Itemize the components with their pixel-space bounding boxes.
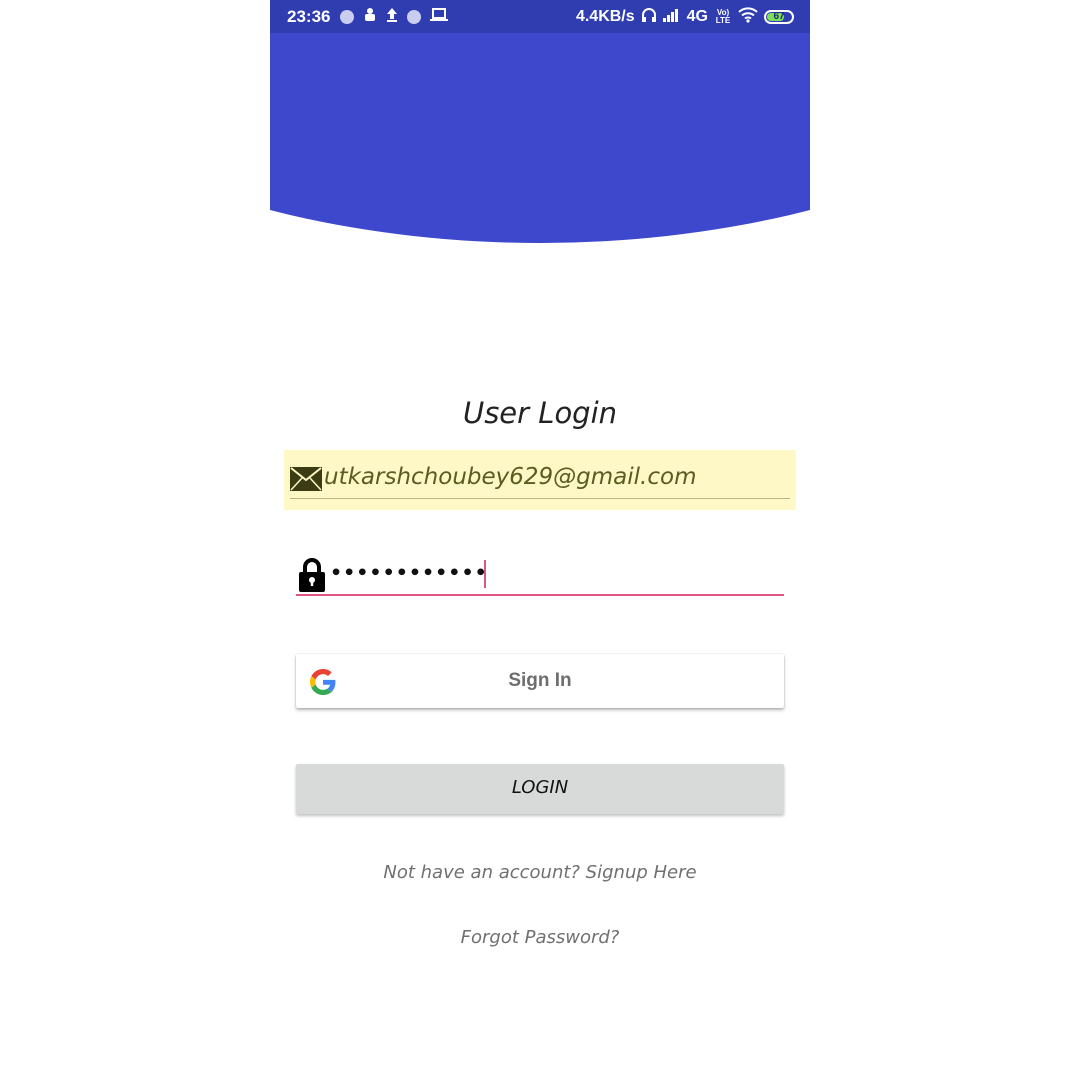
google-sign-in-button[interactable]: Sign In (296, 654, 784, 708)
android-debug-icon (363, 7, 377, 26)
laptop-icon (430, 8, 448, 25)
login-button-label: LOGIN (511, 777, 569, 798)
password-field[interactable]: •••••••••••• (296, 556, 784, 598)
network-speed: 4.4KB/s (575, 7, 635, 25)
password-underline (296, 594, 784, 596)
circle-notification-icon (340, 9, 354, 24)
circle-notification-icon (407, 9, 421, 24)
google-sign-in-label: Sign In (508, 670, 572, 691)
system-icons: 4.4KB/s 4G Vo) LTE 67 (576, 7, 794, 26)
login-button[interactable]: LOGIN (296, 764, 784, 814)
headphones-icon (641, 7, 657, 26)
upload-icon (386, 7, 398, 26)
status-bar: 23:36 4.4KB/s 4G Vo) LTE 67 (270, 0, 810, 33)
header-banner (270, 33, 810, 248)
status-time: 23:36 (287, 7, 331, 26)
signup-link[interactable]: Not have an account? Signup Here (270, 862, 810, 883)
notification-icons (340, 7, 448, 26)
forgot-password-link[interactable]: Forgot Password? (270, 927, 810, 948)
email-underline (290, 498, 790, 499)
network-type: 4G (686, 7, 708, 25)
signal-icon (662, 8, 681, 25)
app-screen: 23:36 4.4KB/s 4G Vo) LTE 67 User Login u… (270, 0, 810, 1080)
page-title: User Login (462, 396, 618, 430)
volte-label: Vo) LTE (715, 7, 731, 25)
envelope-icon (290, 467, 322, 491)
battery-icon: 67 (764, 9, 794, 24)
lock-icon (299, 558, 325, 592)
password-value: •••••••••••• (330, 562, 488, 584)
wifi-icon (738, 7, 758, 26)
battery-level: 67 (773, 10, 785, 22)
email-value: utkarshchoubey629@gmail.com (324, 464, 697, 490)
text-cursor (484, 560, 486, 588)
header-curve (270, 33, 810, 243)
email-field[interactable]: utkarshchoubey629@gmail.com (284, 450, 796, 510)
